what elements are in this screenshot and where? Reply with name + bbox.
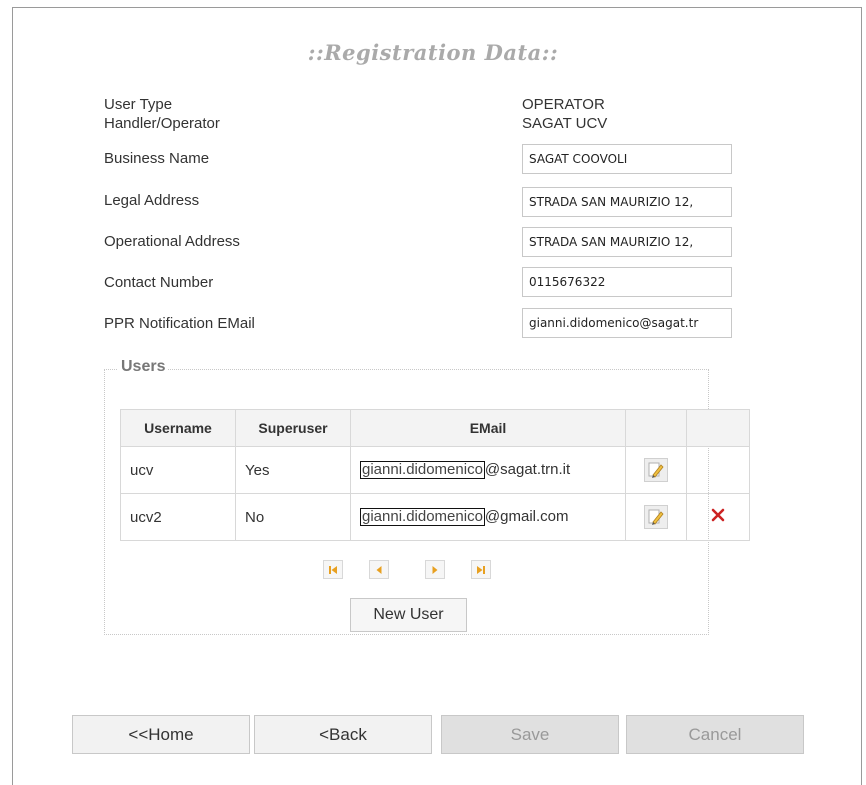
page-title: ::Registration Data:: bbox=[307, 40, 559, 65]
users-legend: Users bbox=[118, 358, 169, 376]
superuser-cell: Yes bbox=[235, 446, 351, 494]
last-page-button[interactable] bbox=[471, 560, 491, 579]
redacted-email-user: gianni.didomenico bbox=[360, 461, 485, 479]
contact-number-label: Contact Number bbox=[104, 274, 214, 291]
save-button[interactable]: Save bbox=[441, 715, 619, 754]
frame-border-top bbox=[12, 7, 862, 8]
ppr-email-label: PPR Notification EMail bbox=[104, 315, 255, 332]
business-name-label: Business Name bbox=[104, 150, 210, 167]
redacted-email-user: gianni.didomenico bbox=[360, 508, 485, 526]
edit-cell bbox=[625, 493, 687, 541]
home-button[interactable]: <<Home bbox=[72, 715, 250, 754]
first-page-icon bbox=[329, 566, 337, 574]
delete-column-header bbox=[686, 409, 750, 447]
username-column-header[interactable]: Username bbox=[120, 409, 236, 447]
contact-number-field[interactable]: 0115676322 bbox=[522, 267, 732, 297]
username-cell: ucv bbox=[120, 446, 236, 494]
email-domain: @sagat.trn.it bbox=[484, 461, 571, 478]
frame-border-left bbox=[12, 7, 13, 785]
legal-address-field[interactable]: STRADA SAN MAURIZIO 12, bbox=[522, 187, 732, 217]
business-name-field[interactable]: SAGAT COOVOLI bbox=[522, 144, 732, 174]
pencil-icon bbox=[648, 509, 664, 525]
users-table-header: Username Superuser EMail bbox=[120, 409, 750, 447]
first-page-button[interactable] bbox=[323, 560, 343, 579]
superuser-cell: No bbox=[235, 493, 351, 541]
handler-operator-value: SAGAT UCV bbox=[522, 115, 608, 132]
operational-address-label: Operational Address bbox=[104, 233, 240, 250]
email-column-header[interactable]: EMail bbox=[350, 409, 626, 447]
frame-border-right bbox=[861, 7, 862, 785]
legal-address-label: Legal Address bbox=[104, 192, 200, 209]
edit-column-header bbox=[625, 409, 687, 447]
edit-user-button[interactable] bbox=[644, 505, 668, 529]
next-page-button[interactable] bbox=[425, 560, 445, 579]
cancel-button[interactable]: Cancel bbox=[626, 715, 804, 754]
last-page-icon bbox=[477, 566, 485, 574]
delete-user-button[interactable] bbox=[711, 507, 725, 527]
email-domain: @gmail.com bbox=[484, 508, 569, 525]
delete-cell bbox=[686, 493, 750, 541]
email-cell: gianni.didomenico @gmail.com bbox=[350, 493, 626, 541]
superuser-column-header[interactable]: Superuser bbox=[235, 409, 351, 447]
previous-page-icon bbox=[376, 566, 382, 574]
ppr-email-field[interactable]: gianni.didomenico@sagat.tr bbox=[522, 308, 732, 338]
previous-page-button[interactable] bbox=[369, 560, 389, 579]
new-user-button[interactable]: New User bbox=[350, 598, 467, 632]
next-page-icon bbox=[432, 566, 438, 574]
email-cell: gianni.didomenico @sagat.trn.it bbox=[350, 446, 626, 494]
username-cell: ucv2 bbox=[120, 493, 236, 541]
table-row[interactable]: ucv2 No gianni.didomenico @gmail.com bbox=[120, 493, 750, 541]
delete-cell bbox=[686, 446, 750, 494]
user-type-value: OPERATOR bbox=[522, 96, 605, 113]
edit-cell bbox=[625, 446, 687, 494]
pencil-icon bbox=[648, 462, 664, 478]
back-button[interactable]: <Back bbox=[254, 715, 432, 754]
user-type-label: User Type bbox=[104, 96, 173, 113]
users-table: Username Superuser EMail ucv Yes gianni.… bbox=[120, 409, 750, 541]
table-row[interactable]: ucv Yes gianni.didomenico @sagat.trn.it bbox=[120, 446, 750, 494]
close-icon bbox=[711, 508, 725, 522]
edit-user-button[interactable] bbox=[644, 458, 668, 482]
handler-operator-label: Handler/Operator bbox=[104, 115, 220, 132]
operational-address-field[interactable]: STRADA SAN MAURIZIO 12, bbox=[522, 227, 732, 257]
